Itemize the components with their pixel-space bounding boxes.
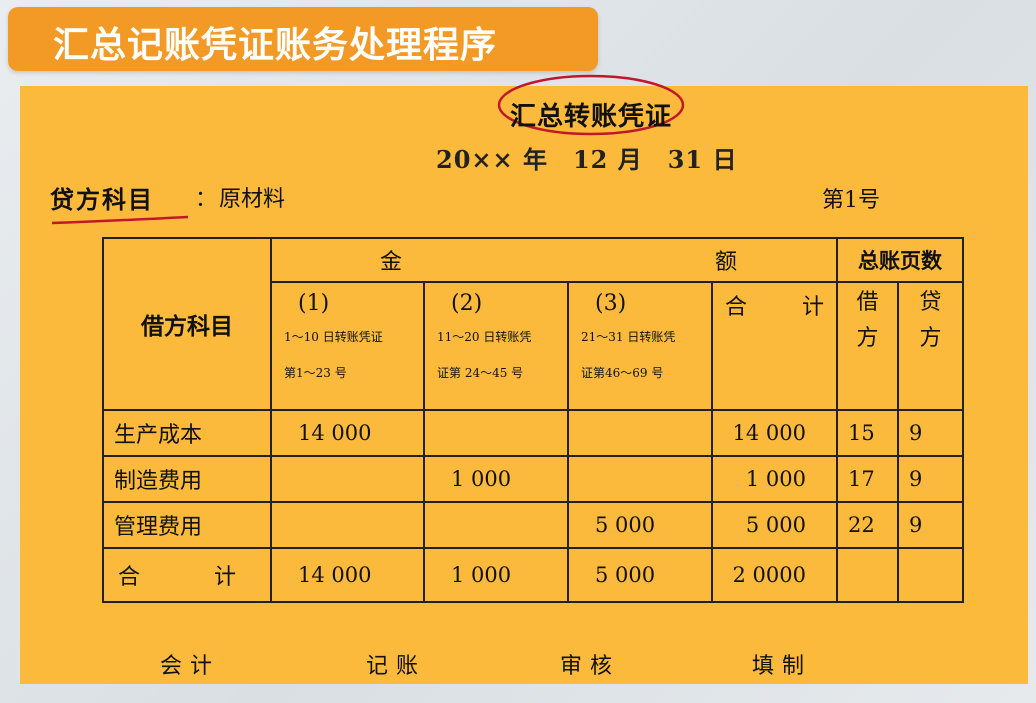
voucher-date: 20×× 年 12 月 31 日 <box>436 145 738 174</box>
credit-account-colon: ： <box>195 187 218 212</box>
row-p3 <box>567 409 713 457</box>
amount-header-right: 额 <box>715 250 738 275</box>
row-p2 <box>423 409 569 457</box>
period-1-line2: 第1～23 号 <box>284 366 347 380</box>
row-p3: 5 000 <box>567 501 713 549</box>
period-3-header: (3) 21～31 日转账凭 证第46～69 号 <box>567 281 713 411</box>
period-2-line2: 证第 24～45 号 <box>437 366 524 380</box>
ledger-page-header: 总账页数 <box>836 237 964 283</box>
ledger-debit-text: 借 方 <box>856 290 879 351</box>
row-debit-page: 15 <box>836 409 899 457</box>
row-account: 生产成本 <box>102 409 272 457</box>
ledger-debit-header: 借 方 <box>836 281 899 411</box>
table-row: 生产成本 14 000 14 000 15 9 <box>102 409 964 457</box>
period-3-num: (3) <box>595 291 627 316</box>
total-header: 合 计 <box>711 281 838 411</box>
ledger-credit-text: 贷 方 <box>919 290 942 351</box>
period-2-line1: 11～20 日转账凭 <box>437 330 532 344</box>
total-p1: 14 000 <box>270 547 425 603</box>
row-p3 <box>567 455 713 503</box>
period-2-num: (2) <box>451 291 483 316</box>
period-1-header: (1) 1～10 日转账凭证 第1～23 号 <box>270 281 425 411</box>
row-total: 5 000 <box>711 501 838 549</box>
voucher-table: 借方科目 金 额 总账页数 (1) 1～10 日转账凭证 第1～23 号 (2)… <box>102 237 964 603</box>
signature-bookkeeper: 记账 <box>366 654 427 679</box>
title-banner: 汇总记账凭证账务处理程序 <box>8 7 598 71</box>
signature-reviewer: 审核 <box>560 654 621 679</box>
signature-accountant: 会计 <box>160 654 221 679</box>
amount-header: 金 额 <box>270 237 838 283</box>
total-sum: 2 0000 <box>711 547 838 603</box>
row-account: 管理费用 <box>102 501 272 549</box>
period-3-line1: 21～31 日转账凭 <box>581 330 676 344</box>
row-total: 1 000 <box>711 455 838 503</box>
voucher-number: 第1号 <box>822 188 880 213</box>
row-credit-page: 9 <box>897 455 964 503</box>
row-account: 制造费用 <box>102 455 272 503</box>
signature-preparer: 填制 <box>752 654 813 679</box>
period-1-line1: 1～10 日转账凭证 <box>284 330 383 344</box>
ledger-credit-header: 贷 方 <box>897 281 964 411</box>
total-header-right: 计 <box>801 295 824 320</box>
total-row: 合 计 14 000 1 000 5 000 2 0000 <box>102 547 964 603</box>
banner-title: 汇总记账凭证账务处理程序 <box>53 25 498 66</box>
table-row: 管理费用 5 000 5 000 22 9 <box>102 501 964 549</box>
row-total: 14 000 <box>711 409 838 457</box>
row-credit-page: 9 <box>897 501 964 549</box>
total-p2: 1 000 <box>423 547 569 603</box>
period-3-line2: 证第46～69 号 <box>581 366 664 380</box>
total-row-label-right: 计 <box>213 565 236 590</box>
row-p1: 14 000 <box>270 409 425 457</box>
total-credit-page <box>897 547 964 603</box>
period-1-num: (1) <box>298 291 330 316</box>
credit-account-value: 原材料 <box>219 187 286 212</box>
row-p2: 1 000 <box>423 455 569 503</box>
total-row-label-left: 合 <box>118 565 141 590</box>
underline-annotation <box>51 215 189 225</box>
row-p2 <box>423 501 569 549</box>
total-header-left: 合 <box>725 295 748 320</box>
row-debit-page: 22 <box>836 501 899 549</box>
voucher-title: 汇总转账凭证 <box>510 102 673 132</box>
row-p1 <box>270 455 425 503</box>
debit-account-header: 借方科目 <box>102 237 272 411</box>
table-row: 制造费用 1 000 1 000 17 9 <box>102 455 964 503</box>
row-credit-page: 9 <box>897 409 964 457</box>
row-debit-page: 17 <box>836 455 899 503</box>
amount-header-left: 金 <box>380 250 403 275</box>
period-2-header: (2) 11～20 日转账凭 证第 24～45 号 <box>423 281 569 411</box>
total-debit-page <box>836 547 899 603</box>
total-row-label: 合 计 <box>102 547 272 603</box>
total-p3: 5 000 <box>567 547 713 603</box>
row-p1 <box>270 501 425 549</box>
